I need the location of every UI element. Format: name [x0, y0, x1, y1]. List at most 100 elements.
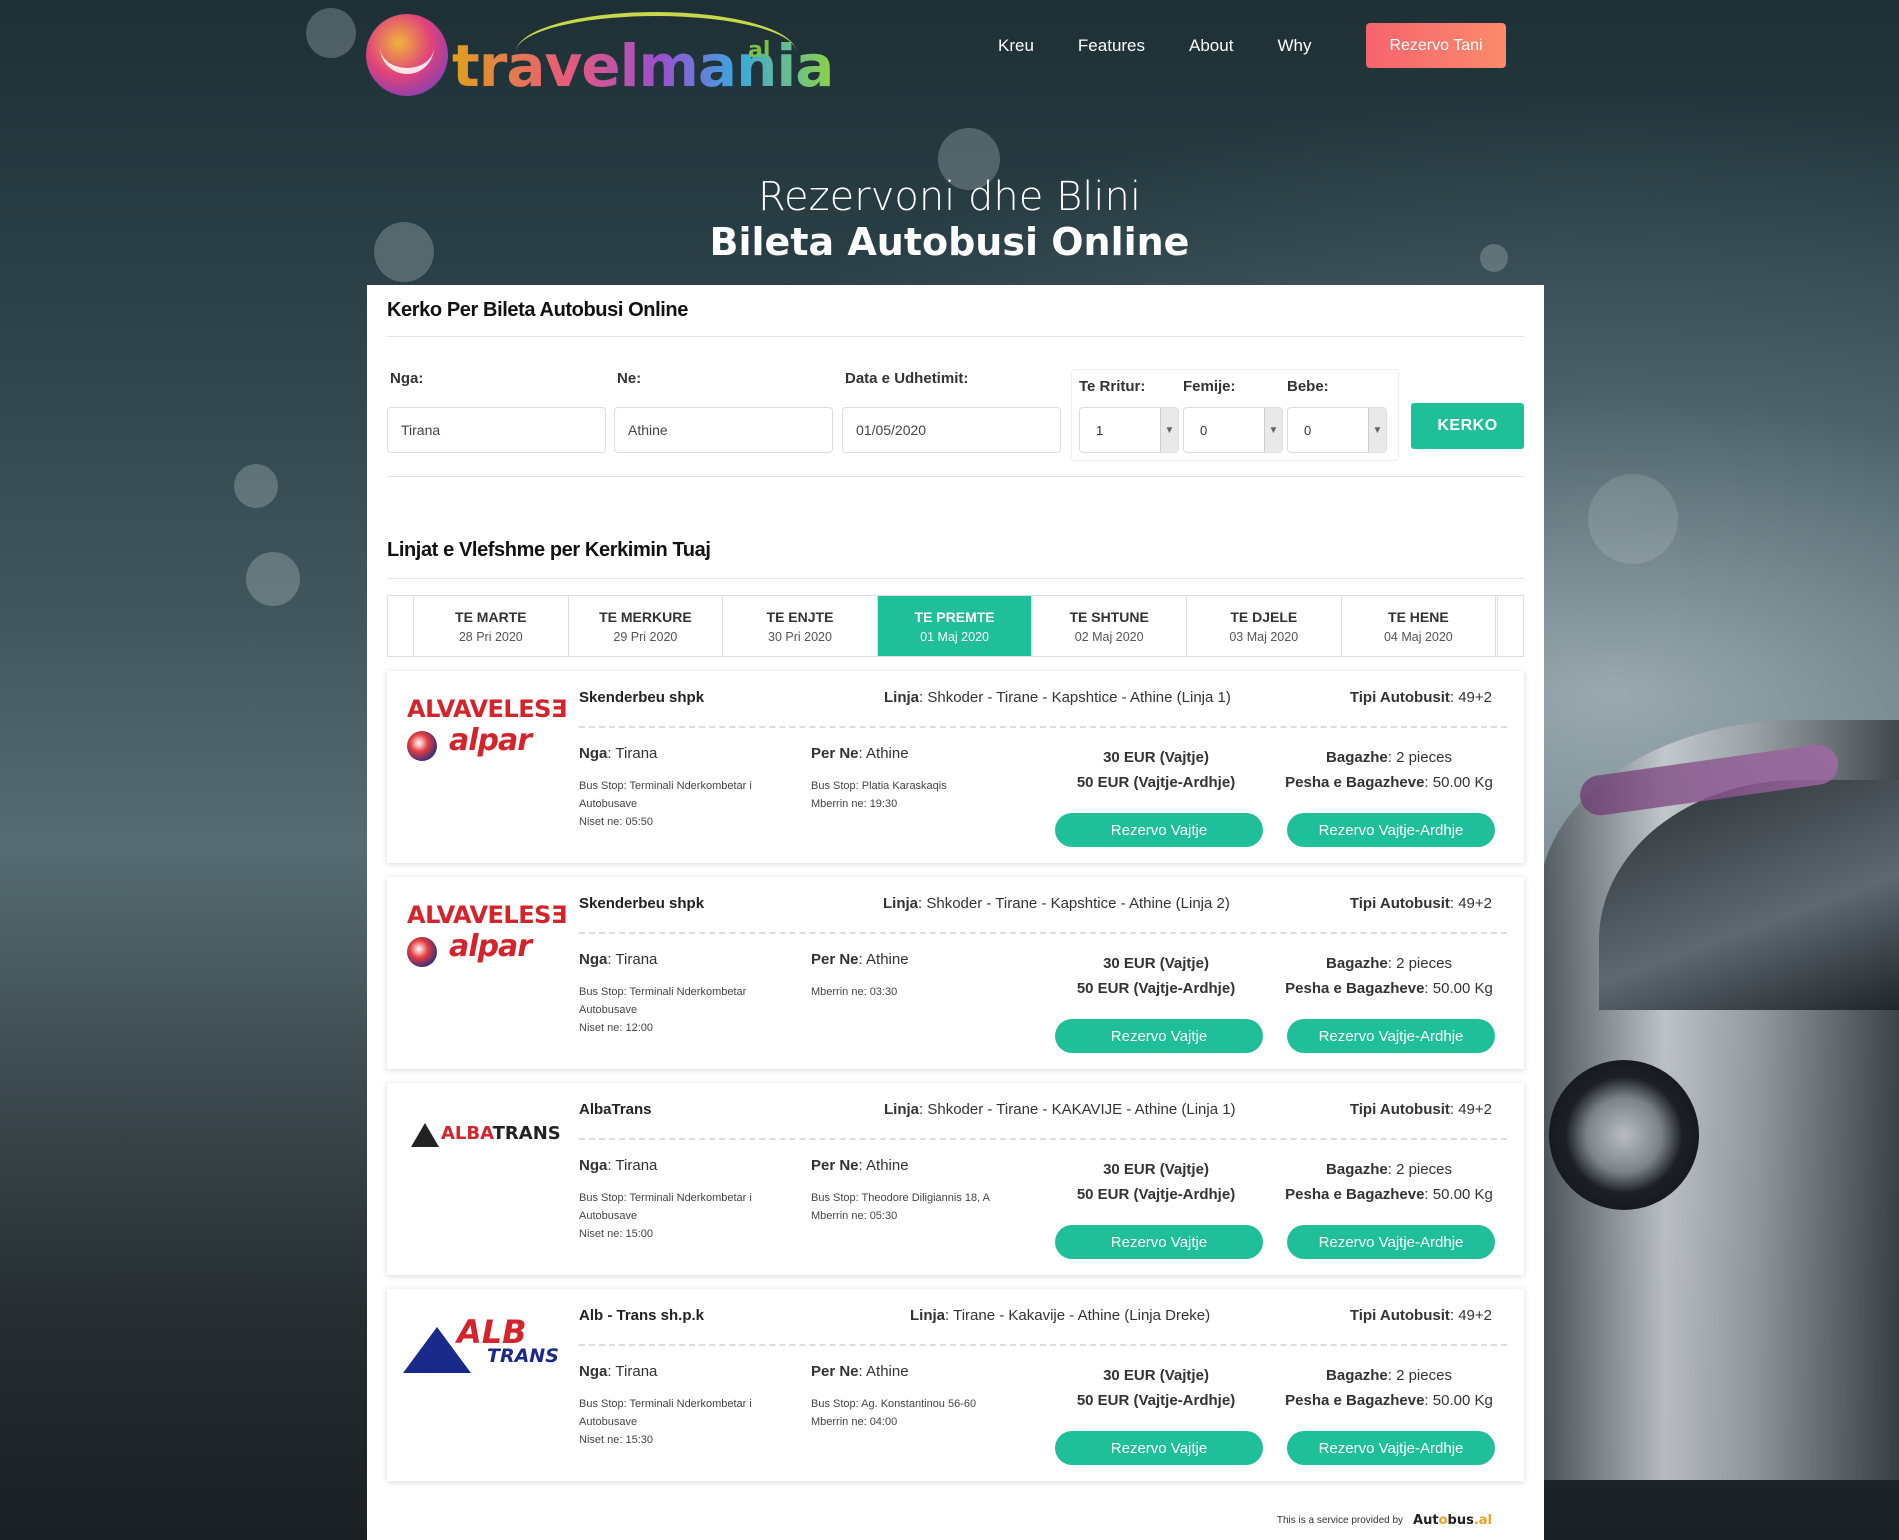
adults-value: 1: [1096, 422, 1104, 438]
dashed-divider: [579, 1344, 1507, 1346]
book-now-button[interactable]: Rezervo Tani: [1366, 23, 1506, 68]
children-label: Femije:: [1183, 378, 1236, 395]
logo-suffix: al: [748, 38, 771, 63]
date-label: Data e Udhetimit:: [845, 370, 969, 387]
from-stop-cont: Autobusave: [579, 1210, 638, 1222]
provider-logo-part: o: [1438, 1513, 1448, 1528]
operator-name: Skenderbeu shpk: [579, 689, 705, 706]
day-name: TE MERKURE: [599, 608, 692, 625]
baggage-info: Bagazhe: 2 pieces Pesha e Bagazheve: 50.…: [1285, 1367, 1493, 1409]
route-info: Linja: Shkoder - Tirane - Kapshtice - At…: [884, 689, 1231, 706]
to-stop: Bus Stop: Platia Karaskaqis: [811, 780, 947, 792]
bus-type-value: 49+2: [1458, 1307, 1492, 1324]
route-label: Linja: [884, 1101, 920, 1118]
chevron-down-icon: ▼: [1160, 408, 1178, 452]
baggage-info: Bagazhe: 2 pieces Pesha e Bagazheve: 50.…: [1285, 1161, 1493, 1203]
day-name: TE PREMTE: [914, 608, 995, 625]
bus-type-label: Tipi Autobusit: [1349, 1307, 1450, 1324]
operator-logo: ALB TRANS: [403, 1313, 559, 1383]
operator-logo: ALVAVELESƎ alpar: [403, 901, 567, 971]
day-tabs-prev[interactable]: [388, 596, 414, 656]
baggage-weight-label: Pesha e Bagazheve: [1285, 774, 1425, 791]
nav-link-features[interactable]: Features: [1078, 36, 1145, 56]
book-return-button[interactable]: Rezervo Vajtje-Ardhje: [1287, 813, 1495, 847]
price-info: 30 EUR (Vajtje) 50 EUR (Vajtje-Ardhje): [1051, 951, 1261, 1001]
result-card: ALBATRANS AlbaTrans Linja: Shkoder - Tir…: [387, 1083, 1524, 1275]
price-one-way: 30 EUR (Vajtje): [1103, 1367, 1209, 1384]
from-stop: Bus Stop: Terminali Nderkombetar i: [579, 780, 752, 792]
baggage-weight-label: Pesha e Bagazheve: [1285, 1392, 1425, 1409]
tab-day-6[interactable]: TE HENE 04 Maj 2020: [1342, 596, 1497, 656]
to-value: Athine: [866, 745, 909, 762]
tab-day-1[interactable]: TE MERKURE 29 Pri 2020: [569, 596, 724, 656]
book-one-way-button[interactable]: Rezervo Vajtje: [1055, 1019, 1263, 1053]
tab-day-5[interactable]: TE DJELE 03 Maj 2020: [1187, 596, 1342, 656]
logo-text-part: TRANS: [487, 1345, 559, 1367]
from-info: Nga: Tirana: [579, 1363, 658, 1380]
price-return: 50 EUR (Vajtje-Ardhje): [1076, 1186, 1236, 1203]
baggage-label: Bagazhe: [1326, 955, 1388, 972]
day-tabs: TE MARTE 28 Pri 2020 TE MERKURE 29 Pri 202…: [387, 595, 1524, 657]
to-value: Athine: [866, 1363, 909, 1380]
tab-day-2[interactable]: TE ENJTE 30 Pri 2020: [723, 596, 878, 656]
baggage-weight-value: 50.00 Kg: [1432, 774, 1493, 791]
from-value: Tirana: [615, 745, 658, 762]
baggage-label: Bagazhe: [1326, 1161, 1388, 1178]
chevron-down-icon: ▼: [1264, 408, 1282, 452]
bus-type: Tipi Autobusit: 49+2: [1349, 1307, 1492, 1324]
book-one-way-button[interactable]: Rezervo Vajtje: [1055, 1431, 1263, 1465]
tab-day-4[interactable]: TE SHTUNE 02 Maj 2020: [1032, 596, 1187, 656]
to-label: Per Ne: [811, 1157, 859, 1174]
route-info: Linja: Shkoder - Tirane - Kapshtice - At…: [883, 895, 1230, 912]
day-date: 02 Maj 2020: [1074, 629, 1144, 644]
to-field[interactable]: Athine: [614, 407, 833, 453]
search-panel: Kerko Per Bileta Autobusi Online Nga: Ti…: [367, 285, 1544, 1540]
result-card: ALB TRANS Alb - Trans sh.p.k Linja: Tira…: [387, 1289, 1524, 1481]
book-one-way-button[interactable]: Rezervo Vajtje: [1055, 1225, 1263, 1259]
date-field[interactable]: 01/05/2020: [842, 407, 1061, 453]
divider: [387, 578, 1524, 579]
departure-details: Bus Stop: Terminali Nderkombetar Autobus…: [579, 983, 746, 1037]
to-info: Per Ne: Athine: [811, 745, 909, 762]
search-button[interactable]: KERKO: [1411, 403, 1524, 449]
infants-label: Bebe:: [1287, 378, 1329, 395]
price-one-way: 30 EUR (Vajtje): [1103, 955, 1209, 972]
day-name: TE HENE: [1388, 608, 1449, 625]
nav-link-why[interactable]: Why: [1277, 36, 1311, 56]
book-return-button[interactable]: Rezervo Vajtje-Ardhje: [1287, 1431, 1495, 1465]
baggage-weight-value: 50.00 Kg: [1432, 980, 1493, 997]
adults-select[interactable]: 1 ▼: [1079, 407, 1179, 453]
tab-day-0[interactable]: TE MARTE 28 Pri 2020: [414, 596, 569, 656]
day-tabs-next[interactable]: [1497, 596, 1523, 656]
route-info: Linja: Shkoder - Tirane - KAKAVIJE - Ath…: [884, 1101, 1236, 1118]
day-date: 03 Maj 2020: [1229, 629, 1299, 644]
brand-logo[interactable]: travelmania al: [366, 12, 834, 102]
bus-type: Tipi Autobusit: 49+2: [1349, 895, 1492, 912]
logo-emblem-icon: [407, 731, 437, 761]
nav-link-kreu[interactable]: Kreu: [998, 36, 1034, 56]
logo-text-part: TRANS: [492, 1123, 561, 1144]
infants-select[interactable]: 0 ▼: [1287, 407, 1387, 453]
day-date: 29 Pri 2020: [613, 629, 678, 644]
operator-name: Alb - Trans sh.p.k: [579, 1307, 705, 1324]
from-label: Nga: [579, 1363, 608, 1380]
from-field[interactable]: Tirana: [387, 407, 606, 453]
to-label: Per Ne: [811, 745, 859, 762]
hero-subtitle: Rezervoni dhe Blini: [758, 174, 1141, 220]
nav-link-about[interactable]: About: [1189, 36, 1233, 56]
children-select[interactable]: 0 ▼: [1183, 407, 1283, 453]
book-return-button[interactable]: Rezervo Vajtje-Ardhje: [1287, 1225, 1495, 1259]
book-return-button[interactable]: Rezervo Vajtje-Ardhje: [1287, 1019, 1495, 1053]
bus-type: Tipi Autobusit: 49+2: [1349, 689, 1492, 706]
from-label: Nga: [579, 1157, 608, 1174]
departure-time: Niset ne: 15:00: [579, 1228, 653, 1240]
book-one-way-button[interactable]: Rezervo Vajtje: [1055, 813, 1263, 847]
baggage-value: 2 pieces: [1396, 1367, 1452, 1384]
logo-text: ALVAVELESƎ: [407, 901, 567, 929]
departure-time: Niset ne: 12:00: [579, 1022, 653, 1034]
price-return: 50 EUR (Vajtje-Ardhje): [1076, 774, 1236, 791]
to-value: Athine: [866, 951, 909, 968]
tab-day-3[interactable]: TE PREMTE 01 Maj 2020: [877, 596, 1033, 656]
provider-logo[interactable]: Autobus.al: [1413, 1513, 1492, 1528]
departure-details: Bus Stop: Terminali Nderkombetar i Autob…: [579, 1189, 752, 1243]
